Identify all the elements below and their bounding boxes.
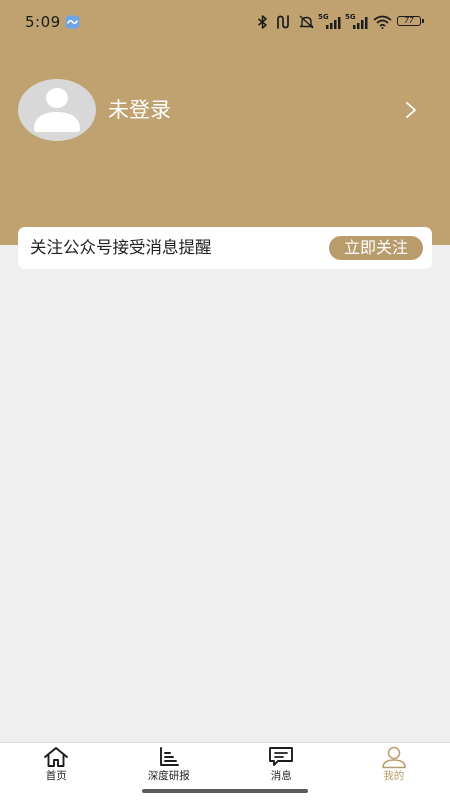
bluetooth-icon	[258, 15, 267, 29]
login-status-text[interactable]: 未登录	[108, 97, 171, 123]
home-indicator[interactable]	[142, 789, 308, 793]
battery-level: 77	[404, 16, 414, 25]
battery-icon: 77	[397, 16, 421, 26]
tab-home[interactable]: 首页	[0, 743, 113, 789]
follow-account-card: 关注公众号接受消息提醒 立即关注	[18, 227, 432, 269]
tab-label: 我的	[383, 770, 405, 782]
message-icon	[269, 747, 294, 766]
tab-label: 首页	[45, 770, 67, 782]
person-icon	[382, 746, 406, 769]
cellular-signal-icon: 5G	[345, 13, 370, 30]
tab-label: 消息	[270, 770, 292, 782]
follow-account-text: 关注公众号接受消息提醒	[30, 238, 212, 257]
default-avatar-icon[interactable]	[18, 79, 96, 141]
chevron-right-icon	[406, 102, 416, 118]
profile-login-row[interactable]: 未登录	[0, 70, 450, 150]
cellular-signal-icon: 5G	[318, 13, 343, 30]
status-time: 5:09	[25, 13, 61, 31]
report-chart-icon	[159, 747, 179, 766]
app-notification-icon	[65, 15, 80, 29]
tab-research-reports[interactable]: 深度研报	[113, 743, 226, 789]
battery-nub	[422, 19, 424, 23]
home-icon	[44, 747, 69, 767]
tab-messages[interactable]: 消息	[225, 743, 338, 789]
silent-icon	[299, 15, 314, 29]
tab-label: 深度研报	[147, 770, 190, 782]
follow-now-button[interactable]: 立即关注	[329, 236, 423, 260]
wifi-icon	[373, 15, 392, 29]
tab-mine[interactable]: 我的	[338, 743, 450, 789]
nfc-icon	[277, 15, 289, 29]
